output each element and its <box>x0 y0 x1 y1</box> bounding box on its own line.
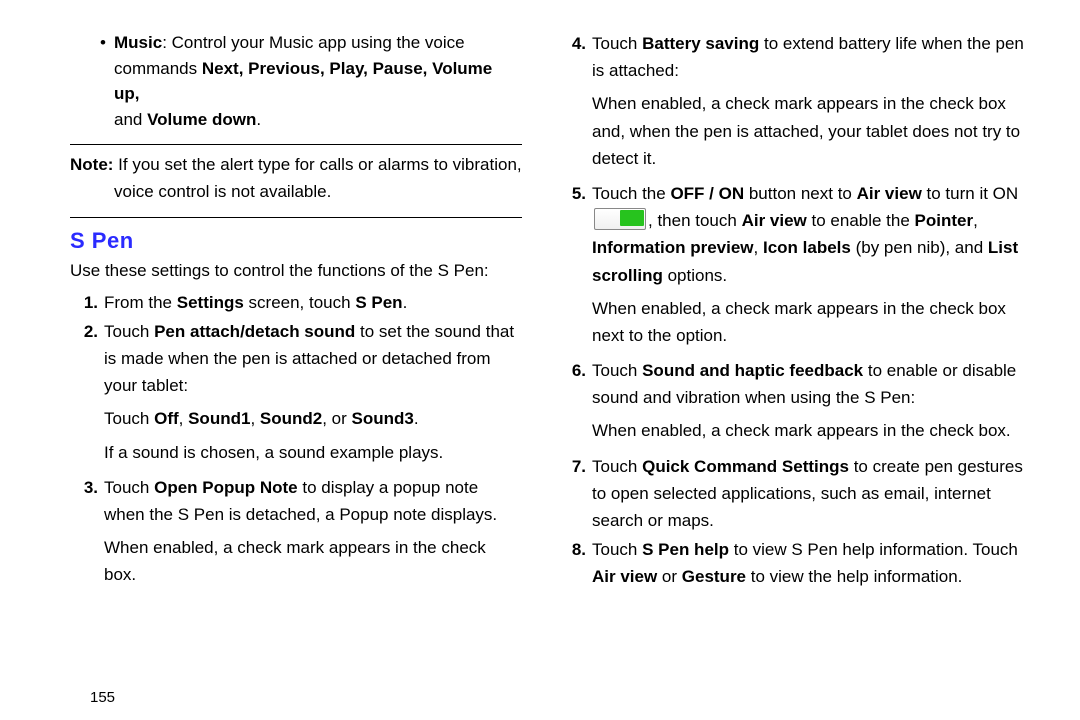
step-2-sub1: Touch Off, Sound1, Sound2, or Sound3. <box>104 405 522 432</box>
divider-top <box>70 144 522 145</box>
spen-steps-right: 4. Touch Battery saving to extend batter… <box>558 30 1032 591</box>
toggle-on-icon <box>594 208 646 230</box>
step-5-sub: When enabled, a check mark appears in th… <box>592 295 1032 349</box>
spen-intro: Use these settings to control the functi… <box>70 258 522 284</box>
step-5: 5. Touch the OFF / ON button next to Air… <box>558 180 1032 355</box>
note-block: Note: If you set the alert type for call… <box>70 151 522 205</box>
step-6-sub: When enabled, a check mark appears in th… <box>592 417 1032 444</box>
music-text: Music: Control your Music app using the … <box>114 30 522 132</box>
music-label: Music <box>114 33 162 52</box>
step-8: 8. Touch S Pen help to view S Pen help i… <box>558 536 1032 590</box>
right-column: 4. Touch Battery saving to extend batter… <box>540 30 1050 710</box>
step-4-sub: When enabled, a check mark appears in th… <box>592 90 1032 172</box>
step-3-sub: When enabled, a check mark appears in th… <box>104 534 522 588</box>
step-2: 2. Touch Pen attach/detach sound to set … <box>70 318 522 472</box>
step-6: 6. Touch Sound and haptic feedback to en… <box>558 357 1032 451</box>
spen-steps-left: 1. From the Settings screen, touch S Pen… <box>70 289 522 595</box>
note-label: Note: <box>70 155 113 174</box>
step-2-sub2: If a sound is chosen, a sound example pl… <box>104 439 522 466</box>
manual-page: • Music: Control your Music app using th… <box>0 0 1080 720</box>
note-line2: voice control is not available. <box>70 178 331 205</box>
left-column: • Music: Control your Music app using th… <box>30 30 540 710</box>
step-3: 3. Touch Open Popup Note to display a po… <box>70 474 522 595</box>
page-number: 155 <box>90 689 115 706</box>
note-line1: If you set the alert type for calls or a… <box>113 155 521 174</box>
music-bullet: • Music: Control your Music app using th… <box>100 30 522 132</box>
step-4: 4. Touch Battery saving to extend batter… <box>558 30 1032 178</box>
step-1: 1. From the Settings screen, touch S Pen… <box>70 289 522 316</box>
section-heading-spen: S Pen <box>70 228 522 254</box>
divider-bottom <box>70 217 522 218</box>
bullet-marker: • <box>100 30 114 132</box>
step-7: 7. Touch Quick Command Settings to creat… <box>558 453 1032 535</box>
